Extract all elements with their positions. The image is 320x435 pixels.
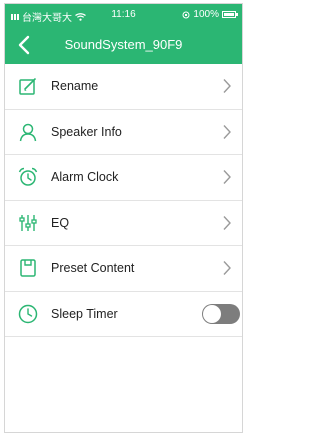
menu-item-rename[interactable]: Rename <box>5 64 242 110</box>
menu-item-speaker-info[interactable]: Speaker Info <box>5 110 242 155</box>
sleep-timer-toggle[interactable] <box>202 303 240 324</box>
person-icon <box>19 123 37 141</box>
chevron-right-icon <box>223 261 231 276</box>
chevron-right-icon <box>223 215 231 230</box>
edit-icon <box>19 78 36 95</box>
chevron-right-icon <box>223 170 231 185</box>
menu-item-label: Preset Content <box>51 261 135 276</box>
menu-item-label: Alarm Clock <box>51 170 119 185</box>
menu-item-sleep-timer: Sleep Timer <box>5 292 242 337</box>
chevron-right-icon <box>223 124 231 139</box>
menu-item-label: Sleep Timer <box>51 306 118 321</box>
menu-item-alarm-clock[interactable]: Alarm Clock <box>5 155 242 201</box>
app-frame: 台灣大哥大 11:16 100% SoundSystem_90F9 Rename… <box>4 3 243 433</box>
menu-item-label: EQ <box>51 215 70 230</box>
menu-item-eq[interactable]: EQ <box>5 201 242 246</box>
page-title: SoundSystem_90F9 <box>64 37 183 52</box>
settings-menu: Rename Speaker Info Alarm Clock EQ Prese… <box>5 64 242 337</box>
battery-percent: 100% <box>193 9 219 20</box>
status-bar: 台灣大哥大 11:16 100% <box>5 4 242 26</box>
battery-icon <box>222 11 238 18</box>
header: 台灣大哥大 11:16 100% SoundSystem_90F9 <box>5 4 242 64</box>
preset-icon <box>20 259 36 277</box>
menu-item-preset-content[interactable]: Preset Content <box>5 246 242 292</box>
menu-item-label: Rename <box>51 79 99 94</box>
rotation-lock-icon <box>182 11 190 18</box>
clock-icon <box>18 304 38 323</box>
equalizer-icon <box>19 214 37 231</box>
toggle-knob <box>203 304 221 323</box>
alarm-clock-icon <box>18 168 38 186</box>
navbar: SoundSystem_90F9 <box>5 26 242 64</box>
battery-status: 100% <box>182 9 238 20</box>
menu-item-label: Speaker Info <box>51 124 122 139</box>
chevron-right-icon <box>223 79 231 94</box>
